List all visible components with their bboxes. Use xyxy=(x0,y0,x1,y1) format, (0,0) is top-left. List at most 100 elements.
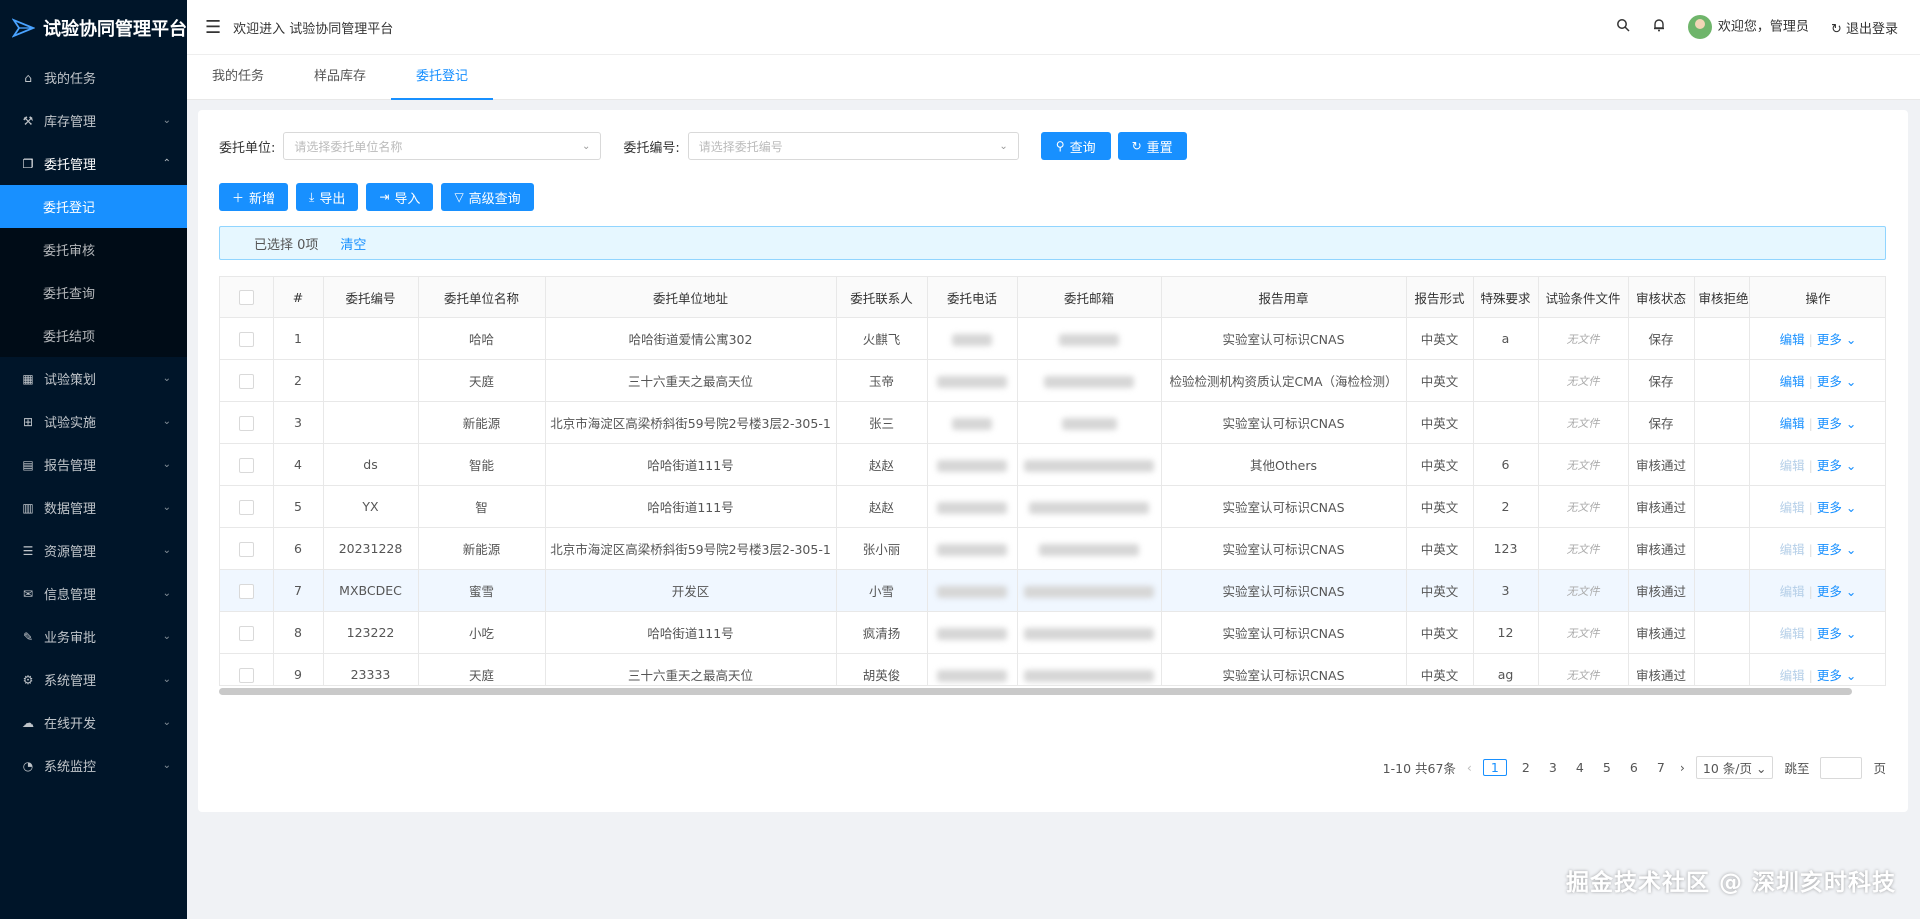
redacted-email xyxy=(1061,417,1117,430)
tab-entrust-register[interactable]: 委托登记 xyxy=(391,55,494,100)
table-row[interactable]: 8 123222 小吃 哈哈街道111号 疯清扬 实验室认可标识CNAS 中英文 12 无文件 审… xyxy=(220,611,1885,654)
more-dropdown[interactable]: 更多 ⌄ xyxy=(1817,374,1856,389)
edit-link[interactable]: 编辑 xyxy=(1780,332,1805,347)
sidebar-item-resources[interactable]: ☰ 资源管理 ⌄ xyxy=(0,529,187,572)
search-icon[interactable] xyxy=(1616,18,1630,36)
column-header[interactable]: 报告形式 xyxy=(1406,277,1474,318)
app-logo[interactable]: 试验协同管理平台 xyxy=(0,0,187,56)
table-row[interactable]: 1 哈哈 哈哈街道爱情公寓302 火麒飞 实验室认可标识CNAS 中英文 a 无文件 保存 编辑 |… xyxy=(220,317,1885,360)
column-header[interactable]: 委托电话 xyxy=(927,277,1018,318)
export-button[interactable]: ⤓ 导出 xyxy=(296,183,359,211)
menu-toggle-icon[interactable]: ☰ xyxy=(205,17,221,38)
table-row[interactable]: 6 20231228 新能源 北京市海淀区高梁桥斜街59号院2号楼3层2-305-1 张… xyxy=(220,527,1885,570)
jump-page-input[interactable] xyxy=(1820,756,1863,779)
column-header[interactable]: 委托单位地址 xyxy=(545,277,837,318)
sidebar-item-online-dev[interactable]: ☁ 在线开发 ⌄ xyxy=(0,701,187,744)
table-row[interactable]: 9 23333 天庭 三十六重天之最高天位 胡英俊 实验室认可标识CNAS 中英文 ag 无文件… xyxy=(220,653,1885,685)
sidebar-item-my-tasks[interactable]: ⌂ 我的任务 xyxy=(0,56,187,99)
column-header[interactable]: 委托单位名称 xyxy=(418,277,546,318)
horizontal-scrollbar[interactable] xyxy=(219,688,1852,695)
column-header[interactable]: 审核拒绝 xyxy=(1694,277,1750,318)
more-dropdown[interactable]: 更多 ⌄ xyxy=(1817,416,1856,431)
row-checkbox[interactable] xyxy=(238,457,254,473)
column-header[interactable]: 委托编号 xyxy=(323,277,419,318)
table-row[interactable]: 4 ds 智能 哈哈街道111号 赵赵 其他Others 中英文 6 无文件 审核通过 编辑 | 更多 … xyxy=(220,443,1885,486)
sidebar-item-system[interactable]: ⚙ 系统管理 ⌄ xyxy=(0,658,187,701)
sidebar-subitem-review[interactable]: 委托审核 xyxy=(0,228,187,271)
next-page-icon[interactable]: › xyxy=(1680,760,1685,775)
column-header[interactable]: 特殊要求 xyxy=(1473,277,1539,318)
edit-link[interactable]: 编辑 xyxy=(1780,500,1805,515)
sidebar-subitem-close[interactable]: 委托结项 xyxy=(0,314,187,357)
edit-link[interactable]: 编辑 xyxy=(1780,626,1805,641)
advanced-query-button[interactable]: ▽ 高级查询 xyxy=(441,183,534,211)
sidebar-item-information[interactable]: ✉ 信息管理 ⌄ xyxy=(0,572,187,615)
sidebar-item-approval[interactable]: ✎ 业务审批 ⌄ xyxy=(0,615,187,658)
more-dropdown[interactable]: 更多 ⌄ xyxy=(1817,542,1856,557)
logout-button[interactable]: ↻ 退出登录 xyxy=(1831,18,1898,37)
page-4[interactable]: 4 xyxy=(1572,760,1588,775)
more-dropdown[interactable]: 更多 ⌄ xyxy=(1817,668,1856,683)
select-all-checkbox[interactable] xyxy=(220,277,274,318)
row-checkbox[interactable] xyxy=(238,331,254,347)
row-checkbox[interactable] xyxy=(238,625,254,641)
sidebar-item-execution[interactable]: ⊞ 试验实施 ⌄ xyxy=(0,400,187,443)
page-2[interactable]: 2 xyxy=(1518,760,1534,775)
more-dropdown[interactable]: 更多 ⌄ xyxy=(1817,584,1856,599)
sidebar-item-data[interactable]: ▥ 数据管理 ⌄ xyxy=(0,486,187,529)
row-checkbox[interactable] xyxy=(238,415,254,431)
edit-link[interactable]: 编辑 xyxy=(1780,416,1805,431)
page-size-select[interactable]: 10 条/页 ⌄ xyxy=(1695,756,1774,779)
more-dropdown[interactable]: 更多 ⌄ xyxy=(1817,626,1856,641)
more-dropdown[interactable]: 更多 ⌄ xyxy=(1817,500,1856,515)
edit-link[interactable]: 编辑 xyxy=(1780,374,1805,389)
edit-link[interactable]: 编辑 xyxy=(1780,668,1805,683)
sidebar-subitem-query[interactable]: 委托查询 xyxy=(0,271,187,314)
table-row[interactable]: 5 YX 智哈哈街道111号 赵赵 实验室认可标识CNAS 中英文 2 无文件 审核通过 编辑 | 更… xyxy=(220,485,1885,528)
add-button[interactable]: ＋ 新增 xyxy=(219,183,289,211)
page-7[interactable]: 7 xyxy=(1653,760,1669,775)
sidebar-item-planning[interactable]: ▦ 试验策划 ⌄ xyxy=(0,357,187,400)
column-header[interactable]: 试验条件文件 xyxy=(1538,277,1629,318)
more-dropdown[interactable]: 更多 ⌄ xyxy=(1817,332,1856,347)
page-6[interactable]: 6 xyxy=(1626,760,1642,775)
table-row[interactable]: 7 MXBCDEC 蜜雪 开发区 小雪 实验室认可标识CNAS 中英文 3 无文件 审核通过 编辑 |… xyxy=(220,569,1885,612)
chevron-down-icon: ⌄ xyxy=(162,459,171,470)
query-button[interactable]: ⚲ 查询 xyxy=(1040,132,1111,160)
reset-button[interactable]: ↻ 重置 xyxy=(1117,132,1187,160)
table-row[interactable]: 3 新能源 北京市海淀区高梁桥斜街59号院2号楼3层2-305-1 张三 实验室认可标识… xyxy=(220,401,1885,444)
tab-sample-inventory[interactable]: 样品库存 xyxy=(289,55,391,99)
import-button[interactable]: ⇥ 导入 xyxy=(366,183,434,211)
page-5[interactable]: 5 xyxy=(1599,760,1615,775)
unit-select[interactable]: 请选择委托单位名称 ⌄ xyxy=(283,132,602,160)
import-label: 导入 xyxy=(394,191,421,207)
row-checkbox[interactable] xyxy=(238,541,254,557)
edit-link[interactable]: 编辑 xyxy=(1780,458,1805,473)
user-menu[interactable]: 欢迎您，管理员 xyxy=(1687,15,1809,39)
column-header[interactable]: 审核状态 xyxy=(1628,277,1695,318)
prev-page-icon[interactable]: ‹ xyxy=(1467,760,1472,775)
page-1[interactable]: 1 xyxy=(1482,759,1507,776)
table-row[interactable]: 2 天庭 三十六重天之最高天位 玉帝 检验检测机构资质认定CMA（海检检测） 中英文 无文件… xyxy=(220,359,1885,402)
row-checkbox[interactable] xyxy=(238,583,254,599)
page-3[interactable]: 3 xyxy=(1545,760,1561,775)
column-header[interactable]: 报告用章 xyxy=(1161,277,1407,318)
sidebar-item-reports[interactable]: ▤ 报告管理 ⌄ xyxy=(0,443,187,486)
row-checkbox[interactable] xyxy=(238,373,254,389)
column-header[interactable]: 委托联系人 xyxy=(836,277,928,318)
edit-link[interactable]: 编辑 xyxy=(1780,542,1805,557)
row-checkbox[interactable] xyxy=(238,667,254,683)
code-label: 委托编号: xyxy=(623,140,680,156)
sidebar-item-inventory[interactable]: ⚒ 库存管理 ⌄ xyxy=(0,99,187,142)
bell-icon[interactable] xyxy=(1652,18,1666,36)
row-checkbox[interactable] xyxy=(238,499,254,515)
clear-selection-link[interactable]: 清空 xyxy=(340,234,366,253)
column-header[interactable]: 委托邮箱 xyxy=(1017,277,1162,318)
tab-my-tasks[interactable]: 我的任务 xyxy=(187,55,289,99)
code-select[interactable]: 请选择委托编号 ⌄ xyxy=(687,132,1019,160)
sidebar-item-monitor[interactable]: ◔ 系统监控 ⌄ xyxy=(0,744,187,787)
edit-link[interactable]: 编辑 xyxy=(1780,584,1805,599)
sidebar-subitem-register[interactable]: 委托登记 xyxy=(0,185,187,228)
more-dropdown[interactable]: 更多 ⌄ xyxy=(1817,458,1856,473)
sidebar-item-entrust[interactable]: ❐ 委托管理 ⌃ xyxy=(0,142,187,185)
